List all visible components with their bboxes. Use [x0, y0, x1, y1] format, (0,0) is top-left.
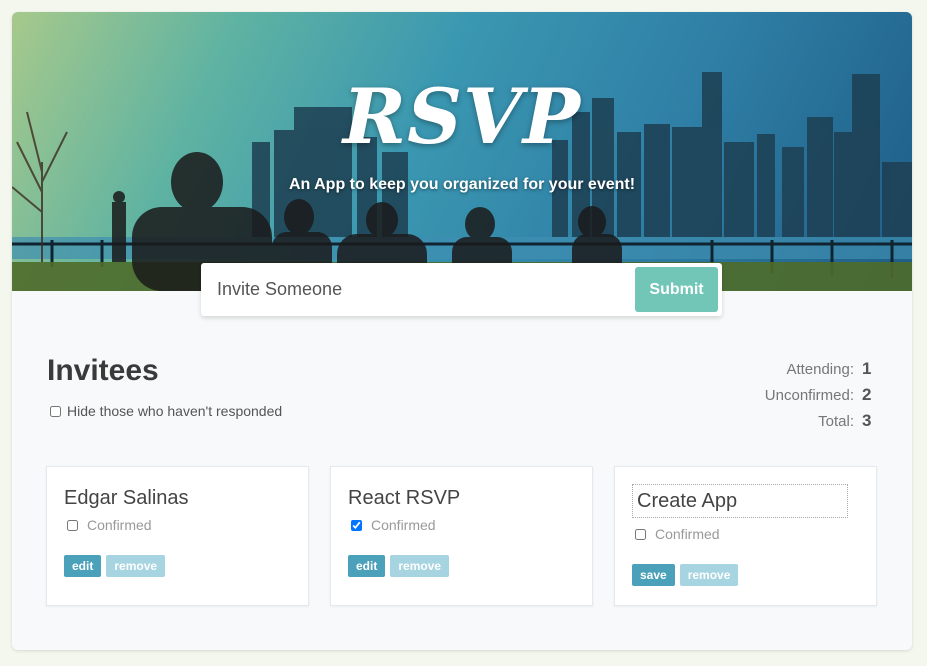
save-button[interactable]: save: [632, 564, 675, 586]
invitee-card: React RSVP Confirmed edit remove: [330, 466, 593, 606]
app-logo: RSVP: [342, 72, 582, 161]
confirmed-checkbox[interactable]: [635, 528, 646, 540]
confirmed-toggle[interactable]: Confirmed: [635, 526, 720, 542]
confirmed-label: Confirmed: [371, 517, 436, 533]
confirmed-toggle[interactable]: Confirmed: [67, 517, 152, 533]
invitee-name-input[interactable]: [632, 484, 848, 518]
remove-button[interactable]: remove: [106, 555, 166, 577]
unconfirmed-count: 2: [862, 385, 872, 404]
app-tagline: An App to keep you organized for your ev…: [288, 176, 636, 193]
confirmed-checkbox[interactable]: [67, 519, 78, 531]
edit-button[interactable]: edit: [64, 555, 102, 577]
remove-button[interactable]: remove: [679, 564, 739, 586]
invite-input[interactable]: [201, 263, 631, 316]
confirmed-checkbox[interactable]: [351, 519, 362, 531]
unconfirmed-label: Unconfirmed:: [764, 386, 854, 404]
confirmed-toggle[interactable]: Confirmed: [351, 517, 436, 533]
invitee-card: Edgar Salinas Confirmed edit remove: [46, 466, 309, 606]
attending-label: Attending:: [786, 360, 854, 378]
hide-unresponded-filter[interactable]: Hide those who haven't responded: [50, 403, 282, 419]
submit-button[interactable]: Submit: [635, 267, 718, 312]
invite-form: Submit: [201, 263, 722, 316]
header-banner: RSVP An App to keep you organized for yo…: [12, 12, 912, 291]
hide-unresponded-checkbox[interactable]: [50, 405, 61, 417]
remove-button[interactable]: remove: [390, 555, 450, 577]
total-count: 3: [862, 411, 872, 430]
total-label: Total:: [818, 412, 854, 430]
hide-unresponded-label: Hide those who haven't responded: [67, 403, 283, 419]
rsvp-counter: Attending: 1 Unconfirmed: 2 Total: 3: [765, 356, 874, 434]
confirmed-label: Confirmed: [655, 526, 720, 542]
invitee-name: React RSVP: [348, 487, 461, 509]
confirmed-label: Confirmed: [87, 517, 152, 533]
edit-button[interactable]: edit: [348, 555, 386, 577]
invitee-card-editing: Confirmed save remove: [614, 466, 877, 606]
attending-count: 1: [862, 359, 872, 378]
invitees-title: Invitees: [47, 354, 159, 387]
app-container: RSVP An App to keep you organized for yo…: [12, 12, 912, 650]
invitee-name: Edgar Salinas: [64, 487, 189, 509]
